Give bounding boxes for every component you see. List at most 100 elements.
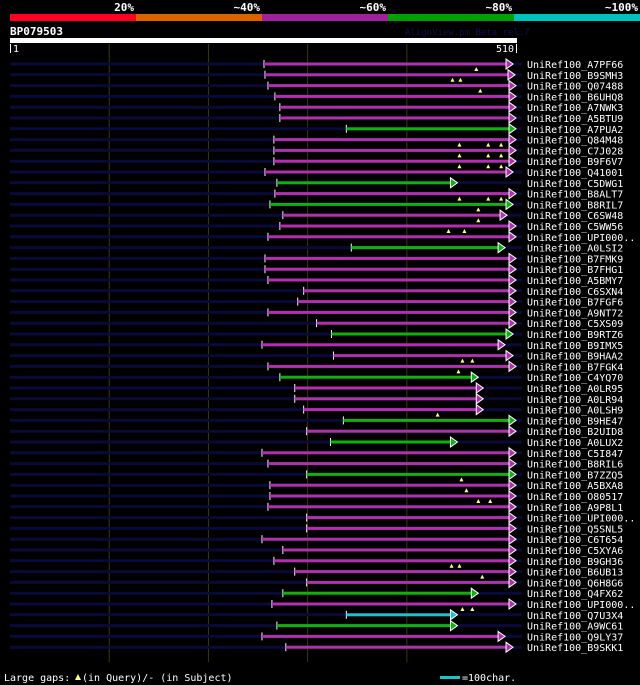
hit-label[interactable]: UniRef100_UPI000.. [527,514,635,525]
hit-label[interactable]: UniRef100_B2UID8 [527,427,623,438]
hit-label[interactable]: UniRef100_B7FGK4 [527,362,623,373]
hit-label[interactable]: UniRef100_C4YQ70 [527,373,623,384]
hit-row[interactable]: UniRef100_B7FGK4 [10,360,623,374]
hit-row[interactable]: UniRef100_C7J028 [10,144,623,158]
hit-row[interactable]: UniRef100_B8RIL7 [10,198,623,212]
hit-label[interactable]: UniRef100_B8ALT7 [527,190,623,201]
hit-row[interactable]: UniRef100_Q4FX62 [10,587,623,600]
hit-row[interactable]: UniRef100_B9IMX5 [10,338,623,352]
hit-row[interactable]: UniRef100_A7NWK3 [10,101,623,114]
hit-label[interactable]: UniRef100_C5WW56 [527,222,623,233]
hit-label[interactable]: UniRef100_B9HAA2 [527,352,623,363]
hit-row[interactable]: UniRef100_Q07488 [10,79,623,93]
hit-label[interactable]: UniRef100_B9SKK1 [527,643,623,654]
hit-row[interactable]: UniRef100_C5WW56 [10,220,623,233]
hit-row[interactable]: UniRef100_B9SMH3 [10,68,623,82]
hit-label[interactable]: UniRef100_A9NT72 [527,308,623,319]
hit-label[interactable]: UniRef100_B9HE47 [527,416,623,427]
hit-label[interactable]: UniRef100_A0LSI2 [527,244,623,255]
hit-row[interactable]: UniRef100_B8ALT7 [10,187,623,201]
hit-row[interactable]: UniRef100_B9RTZ6 [10,328,623,341]
hit-row[interactable]: UniRef100_B9HAA2 [10,349,623,363]
hit-row[interactable]: UniRef100_A0LSH9 [10,403,623,417]
hit-row[interactable]: UniRef100_A9P8L1 [10,500,623,514]
hit-label[interactable]: UniRef100_A5BTU9 [527,114,623,125]
hit-row[interactable]: UniRef100_C5DWG1 [10,176,623,190]
hit-label[interactable]: UniRef100_B9RTZ6 [527,330,623,341]
hit-label[interactable]: UniRef100_Q4FX62 [527,589,623,600]
hit-label[interactable]: UniRef100_A7PF66 [527,60,623,71]
hit-row[interactable]: UniRef100_C6SXN4 [10,284,623,298]
hit-label[interactable]: UniRef100_C5XS09 [527,319,623,330]
hit-row[interactable]: UniRef100_B9HE47 [10,414,623,427]
hit-row[interactable]: UniRef100_B9SKK1 [10,641,623,654]
hit-label[interactable]: UniRef100_B7FGF6 [527,298,623,309]
hit-row[interactable]: UniRef100_C6T654 [10,533,623,546]
hit-label[interactable]: UniRef100_C6SXN4 [527,287,623,298]
hit-label[interactable]: UniRef100_A7PUA2 [527,125,623,136]
hit-label[interactable]: UniRef100_O80517 [527,492,623,503]
hit-label[interactable]: UniRef100_A0LUX2 [527,438,623,449]
hit-row[interactable]: UniRef100_A0LR95 [10,382,623,395]
hit-label[interactable]: UniRef100_B9F6V7 [527,157,623,168]
hit-row[interactable]: UniRef100_B7ZZQ5 [10,468,623,482]
hit-label[interactable]: UniRef100_A5BXA8 [527,481,623,492]
hit-row[interactable]: UniRef100_B2UID8 [10,425,623,438]
hit-label[interactable]: UniRef100_A0LSH9 [527,406,623,417]
hit-row[interactable]: UniRef100_C6SW48 [10,209,623,223]
hit-row[interactable]: UniRef100_A5BTU9 [10,112,623,125]
hit-row[interactable]: UniRef100_C4YQ70 [10,371,623,384]
hit-row[interactable]: UniRef100_A5BMY7 [10,274,623,287]
hit-row[interactable]: UniRef100_A0LUX2 [10,436,623,449]
hit-row[interactable]: UniRef100_UPI000.. [10,598,635,611]
hit-label[interactable]: UniRef100_B7FMK9 [527,254,623,265]
hit-row[interactable]: UniRef100_C5XS09 [10,317,623,330]
hit-label[interactable]: UniRef100_Q6H8G6 [527,578,623,589]
hit-row[interactable]: UniRef100_UPI000.. [10,230,635,244]
hit-row[interactable]: UniRef100_Q9LY37 [10,630,623,643]
hit-row[interactable]: UniRef100_Q84M48 [10,133,623,147]
hit-label[interactable]: UniRef100_B7ZZQ5 [527,470,623,481]
hit-label[interactable]: UniRef100_A5BMY7 [527,276,623,287]
hit-row[interactable]: UniRef100_Q6H8G6 [10,576,623,589]
hit-row[interactable]: UniRef100_Q7U3X4 [10,608,623,622]
hit-row[interactable]: UniRef100_A7PF66 [10,58,623,71]
hit-row[interactable]: UniRef100_B7FHG1 [10,263,623,276]
hit-row[interactable]: UniRef100_A0LR94 [10,392,623,406]
hit-row[interactable]: UniRef100_A7PUA2 [10,122,623,136]
hit-row[interactable]: UniRef100_C5XYA6 [10,544,623,557]
hit-label[interactable]: UniRef100_B6UHQ8 [527,92,623,103]
hit-label[interactable]: UniRef100_B7FHG1 [527,265,623,276]
hit-label[interactable]: UniRef100_B9SMH3 [527,71,623,82]
hit-row[interactable]: UniRef100_B9F6V7 [10,155,623,169]
hit-label[interactable]: UniRef100_Q7U3X4 [527,611,623,622]
hit-label[interactable]: UniRef100_C5I847 [527,449,623,460]
hit-row[interactable]: UniRef100_UPI000.. [10,511,635,525]
hit-row[interactable]: UniRef100_A0LSI2 [10,241,623,255]
hit-row[interactable]: UniRef100_Q5SNL5 [10,522,623,535]
hit-label[interactable]: UniRef100_Q84M48 [527,136,623,147]
hit-label[interactable]: UniRef100_C5DWG1 [527,179,623,190]
hit-row[interactable]: UniRef100_A5BXA8 [10,479,623,493]
hit-row[interactable]: UniRef100_B6UHQ8 [10,90,623,103]
hit-label[interactable]: UniRef100_C6SW48 [527,211,623,222]
hit-label[interactable]: UniRef100_UPI000.. [527,233,635,244]
hit-row[interactable]: UniRef100_B6UB13 [10,565,623,579]
hit-label[interactable]: UniRef100_B9IMX5 [527,341,623,352]
hit-label[interactable]: UniRef100_Q41001 [527,168,623,179]
hit-row[interactable]: UniRef100_A9NT72 [10,306,623,319]
hit-label[interactable]: UniRef100_B8RIL7 [527,200,623,211]
hit-row[interactable]: UniRef100_C5I847 [10,446,623,460]
hit-label[interactable]: UniRef100_A9WC61 [527,622,623,633]
hit-label[interactable]: UniRef100_C6T654 [527,535,623,546]
hit-label[interactable]: UniRef100_A7NWK3 [527,103,623,114]
hit-label[interactable]: UniRef100_Q5SNL5 [527,524,623,535]
hit-row[interactable]: UniRef100_B8RIL6 [10,457,623,471]
hit-row[interactable]: UniRef100_B7FMK9 [10,252,623,265]
hit-row[interactable]: UniRef100_O80517 [10,490,623,503]
hit-label[interactable]: UniRef100_A0LR95 [527,384,623,395]
hit-label[interactable]: UniRef100_Q07488 [527,82,623,93]
hit-label[interactable]: UniRef100_B9GH36 [527,557,623,568]
hit-label[interactable]: UniRef100_UPI000.. [527,600,635,611]
hit-label[interactable]: UniRef100_B8RIL6 [527,460,623,471]
